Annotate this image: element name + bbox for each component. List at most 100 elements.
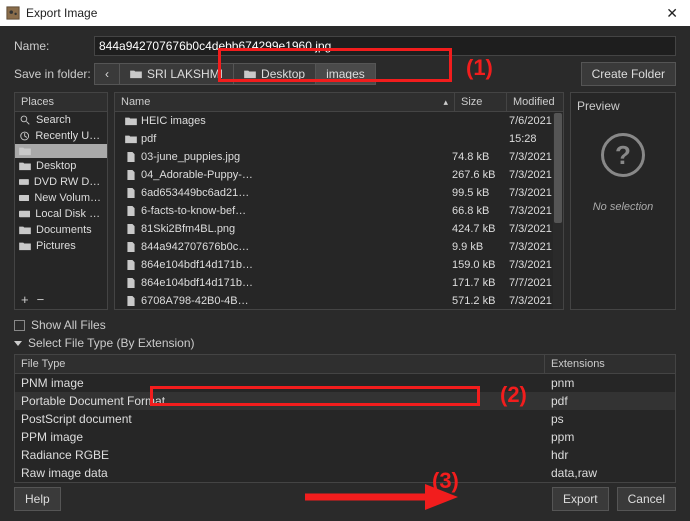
filetype-name: PNM image <box>15 374 545 392</box>
filetype-ext: hdr <box>545 446 675 464</box>
file-name: pdf <box>141 133 156 145</box>
filetype-name: Radiance RGBE <box>15 446 545 464</box>
filetype-ext: ppm <box>545 428 675 446</box>
places-item[interactable]: New Volume (… <box>15 190 107 206</box>
breadcrumb-item-1[interactable]: Desktop <box>233 63 316 85</box>
places-item-label: Documents <box>36 224 92 236</box>
file-name: 04_Adorable-Puppy-… <box>141 169 253 181</box>
file-row[interactable]: HEIC images 7/6/2021 <box>115 112 563 130</box>
save-in-label: Save in folder: <box>14 67 94 81</box>
places-add-button[interactable]: + <box>21 292 29 307</box>
file-modified: 7/3/2021 <box>503 168 559 182</box>
window-close-button[interactable]: ✕ <box>660 5 684 22</box>
scroll-thumb[interactable] <box>554 113 562 223</box>
file-browser-pane: Name▴ Size Modified HEIC images 7/6/2021 p… <box>114 92 564 310</box>
file-name: 03-june_puppies.jpg <box>141 151 240 163</box>
file-name: 6708A798-42B0-4B… <box>141 295 249 307</box>
app-icon <box>6 6 20 20</box>
places-item[interactable]: Desktop <box>15 158 107 174</box>
filetype-name: Raw image data <box>15 464 545 482</box>
breadcrumb: ‹ SRI LAKSHMI Desktop images <box>94 63 376 85</box>
filetype-col-type[interactable]: File Type <box>15 355 545 373</box>
file-size: 74.8 kB <box>446 150 498 164</box>
filetype-col-ext[interactable]: Extensions <box>545 355 675 373</box>
filetype-row[interactable]: Raw image datadata,raw <box>15 464 675 482</box>
file-type-table: File Type Extensions PNM imagepnmPortabl… <box>14 354 676 483</box>
file-row[interactable]: 844a942707676b0c…9.9 kB7/3/2021 <box>115 238 563 256</box>
show-all-files-row[interactable]: Show All Files <box>14 316 676 334</box>
filetype-row[interactable]: PNM imagepnm <box>15 374 675 392</box>
places-item[interactable]: Search <box>15 112 107 128</box>
file-name: 864e104bdf14d171b… <box>141 259 253 271</box>
create-folder-button[interactable]: Create Folder <box>581 62 676 86</box>
places-item-label: Local Disk (C:) <box>35 208 103 220</box>
file-modified: 7/3/2021 <box>503 186 559 200</box>
places-remove-button[interactable]: − <box>37 292 45 307</box>
help-button[interactable]: Help <box>14 487 61 511</box>
col-header-modified[interactable]: Modified <box>507 93 563 111</box>
file-row[interactable]: pdf 15:28 <box>115 130 563 148</box>
file-row[interactable]: 6ad653449bc6ad21…99.5 kB7/3/2021 <box>115 184 563 202</box>
filetype-row[interactable]: PPM imageppm <box>15 428 675 446</box>
file-name: 864e104bdf14d171b… <box>141 277 253 289</box>
places-item[interactable]: Pictures <box>15 238 107 254</box>
places-item[interactable]: DVD RW Drive… <box>15 174 107 190</box>
places-pane: Places Search Recently Used Desktop DVD RW … <box>14 92 108 310</box>
filetype-row[interactable]: Radiance RGBEhdr <box>15 446 675 464</box>
file-size: 99.5 kB <box>446 186 498 200</box>
places-item-label: Recently Used <box>35 130 103 142</box>
file-size: 159.0 kB <box>446 258 498 272</box>
places-item[interactable]: Local Disk (C:) <box>15 206 107 222</box>
places-list: Search Recently Used Desktop DVD RW Drive… N… <box>15 112 107 290</box>
file-size <box>446 138 498 140</box>
file-row[interactable]: 864e104bdf14d171b…171.7 kB7/7/2021 <box>115 274 563 292</box>
file-modified: 15:28 <box>503 132 559 146</box>
col-header-name[interactable]: Name▴ <box>115 93 455 111</box>
file-name: HEIC images <box>141 115 206 127</box>
places-item-label: DVD RW Drive… <box>34 176 103 188</box>
filetype-ext: ps <box>545 410 675 428</box>
file-size <box>446 120 498 122</box>
places-item-label: New Volume (… <box>34 192 103 204</box>
file-size: 66.8 kB <box>446 204 498 218</box>
file-row[interactable]: 04_Adorable-Puppy-…267.6 kB7/3/2021 <box>115 166 563 184</box>
show-all-files-checkbox[interactable] <box>14 320 25 331</box>
file-name: 844a942707676b0c… <box>141 241 249 253</box>
preview-header: Preview <box>577 99 620 113</box>
breadcrumb-back-button[interactable]: ‹ <box>94 63 120 85</box>
breadcrumb-item-0[interactable]: SRI LAKSHMI <box>119 63 234 85</box>
filename-row: Name: <box>14 36 676 56</box>
filename-input[interactable] <box>94 36 676 56</box>
file-size: 9.9 kB <box>446 240 498 254</box>
filetype-ext: pdf <box>545 392 675 410</box>
titlebar: Export Image ✕ <box>0 0 690 26</box>
file-modified: 7/7/2021 <box>503 276 559 290</box>
file-modified: 7/3/2021 <box>503 222 559 236</box>
breadcrumb-item-2[interactable]: images <box>315 63 376 85</box>
col-header-size[interactable]: Size <box>455 93 507 111</box>
places-item[interactable]: Recently Used <box>15 128 107 144</box>
save-in-row: Save in folder: ‹ SRI LAKSHMI Desktop im… <box>14 62 676 86</box>
cancel-button[interactable]: Cancel <box>617 487 676 511</box>
filetype-row[interactable]: Portable Document Formatpdf <box>15 392 675 410</box>
file-size: 424.7 kB <box>446 222 498 236</box>
select-file-type-row[interactable]: Select File Type (By Extension) <box>14 334 676 352</box>
dialog-footer: Help Export Cancel <box>0 487 690 511</box>
file-row[interactable]: 81Ski2Bfm4BL.png424.7 kB7/3/2021 <box>115 220 563 238</box>
places-item-label: Pictures <box>36 240 76 252</box>
places-item-label: Desktop <box>36 160 76 172</box>
places-header[interactable]: Places <box>15 93 107 111</box>
file-row[interactable]: 6-facts-to-know-bef…66.8 kB7/3/2021 <box>115 202 563 220</box>
file-row[interactable]: 03-june_puppies.jpg74.8 kB7/3/2021 <box>115 148 563 166</box>
file-row[interactable]: 6708A798-42B0-4B…571.2 kB7/3/2021 <box>115 292 563 309</box>
preview-pane: Preview ? No selection <box>570 92 676 310</box>
expander-icon <box>14 341 22 346</box>
places-item[interactable]: Documents <box>15 222 107 238</box>
file-modified: 7/3/2021 <box>503 204 559 218</box>
file-row[interactable]: 864e104bdf14d171b…159.0 kB7/3/2021 <box>115 256 563 274</box>
file-scrollbar[interactable] <box>553 113 563 309</box>
export-button[interactable]: Export <box>552 487 609 511</box>
filetype-row[interactable]: PostScript documentps <box>15 410 675 428</box>
places-item[interactable] <box>15 144 107 158</box>
file-modified: 7/6/2021 <box>503 114 559 128</box>
